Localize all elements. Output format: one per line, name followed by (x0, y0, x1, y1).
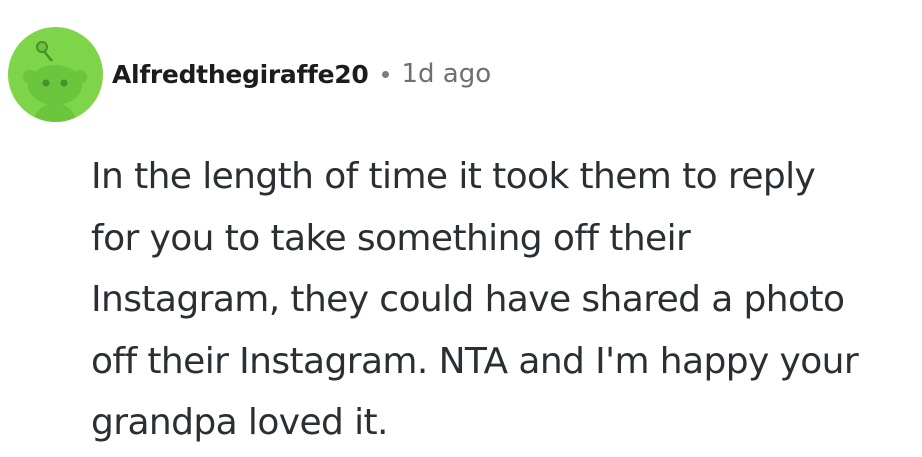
comment-body: In the length of time it took them to re… (91, 146, 911, 454)
separator-dot (382, 70, 390, 78)
avatar[interactable] (8, 26, 103, 122)
comment-body-line: for you to take something off their (91, 217, 691, 259)
comment-body-line: In the length of time it took them to re… (91, 156, 816, 197)
comment-header: Alfredthegiraffe20 1d ago (8, 26, 491, 122)
comment-body-line: off their Instagram. NTA and I'm happy y… (91, 340, 859, 382)
reddit-snoo-avatar-icon (23, 40, 87, 122)
comment-timestamp[interactable]: 1d ago (401, 59, 491, 89)
comment-author[interactable]: Alfredthegiraffe20 (112, 60, 369, 89)
comment: Alfredthegiraffe20 1d ago In the length … (0, 0, 922, 457)
comment-body-line: Instagram, they could have shared a phot… (91, 279, 845, 320)
comment-body-line: grandpa loved it. (91, 402, 388, 443)
